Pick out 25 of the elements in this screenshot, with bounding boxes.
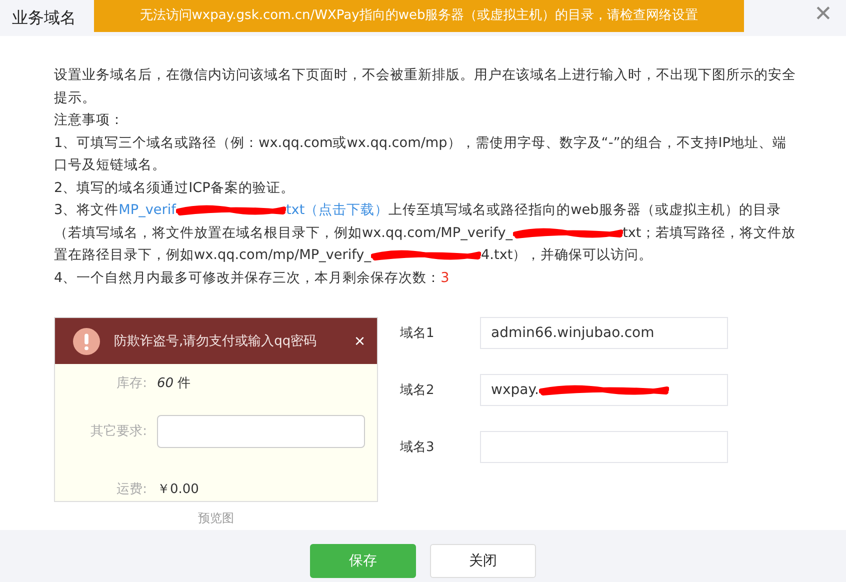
note-item: 3、将文件MP_verif txt（点击下载）上传至填写域名或路径指向的web服务器（或虚拟主机）的目录（若填写域名，将文件放置在域名根目录下，例如wx.qq.com/MP_verify_ txt；若填写路径，将文件放置在路径目录下，例如wx.qq.com/mp/MP_verify_ 4.txt），并确保可以访问。 bbox=[54, 201, 796, 265]
close-button[interactable]: × bbox=[354, 330, 365, 352]
error-banner: 无法访问wxpay.gsk.com.cn/WXPay指向的web服务器（或虚拟主机）的目录，请检查网络设置 bbox=[94, 0, 744, 32]
note-item: 2、填写的域名须通过ICP备案的验证。 bbox=[54, 178, 296, 198]
intro-text: 设置业务域名后，在微信内访问该域名下页面时，不会被重新排版。用户在该域名上进行输入时，不出现下图所示的安全提示。 bbox=[54, 66, 796, 108]
close-button[interactable]: 关闭 bbox=[430, 544, 536, 578]
field-label: 运费: bbox=[116, 481, 147, 498]
field-label: 其它要求: bbox=[90, 423, 147, 440]
domain-label: 域名1 bbox=[400, 325, 436, 342]
domain-field[interactable]: admin66.winjubao.com bbox=[480, 317, 728, 349]
notes-heading: 注意事项： bbox=[54, 111, 125, 130]
page-title: 业务域名 bbox=[11, 7, 77, 29]
domain-field[interactable] bbox=[480, 431, 728, 463]
field-label: 库存: bbox=[116, 375, 147, 392]
field-value: ￥0.00 bbox=[157, 481, 199, 498]
domain-field[interactable]: wxpay. bbox=[480, 374, 728, 406]
domain-label: 域名3 bbox=[400, 439, 436, 456]
warning-icon bbox=[73, 328, 100, 354]
input-field[interactable] bbox=[157, 414, 365, 448]
note-item: 4、一个自然月内最多可修改并保存三次，本月剩余保存次数：3 bbox=[54, 268, 450, 288]
note-item: 1、可填写三个域名或路径（例：wx.qq.com或wx.qq.com/mp），需使用字母、数字及“-”的组合，不支持IP地址、端口号及短链域名。 bbox=[54, 134, 788, 175]
field-value: 60 件 bbox=[157, 375, 191, 392]
toast-text: 防欺诈盗号,请勿支付或输入qq密码 bbox=[114, 333, 317, 350]
preview-caption: 预览图 bbox=[197, 510, 235, 527]
domain-label: 域名2 bbox=[400, 382, 436, 399]
